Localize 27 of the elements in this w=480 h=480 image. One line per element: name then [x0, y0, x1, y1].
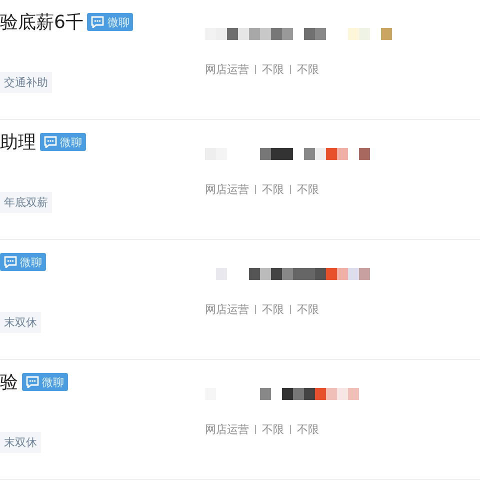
job-info: 不限 — [262, 62, 284, 77]
chat-bubble-icon — [44, 136, 57, 148]
chat-button[interactable]: 微聊 — [22, 373, 68, 391]
job-tag: 末双休 — [0, 312, 41, 333]
job-info: 不限 — [262, 302, 284, 317]
job-info: 不限 — [262, 182, 284, 197]
job-tag: 交通补助 — [0, 72, 52, 93]
chat-bubble-icon — [4, 256, 17, 268]
job-info: 不限 — [297, 422, 319, 437]
job-info: 不限 — [297, 182, 319, 197]
chat-button[interactable]: 微聊 — [0, 253, 46, 271]
chat-bubble-icon — [26, 376, 39, 388]
job-tag: 末双休 — [0, 432, 41, 453]
job-info: 网店运营 — [205, 422, 249, 437]
job-title: 验 — [0, 371, 18, 394]
job-info: 网店运营 — [205, 182, 249, 197]
job-title: 助理 — [0, 131, 36, 154]
job-info: 网店运营 — [205, 302, 249, 317]
chat-button[interactable]: 微聊 — [87, 13, 134, 31]
chat-button[interactable]: 微聊 — [40, 133, 86, 151]
job-title: 验底薪6千 — [0, 11, 84, 34]
job-info: 不限 — [297, 62, 319, 77]
chat-bubble-icon — [91, 16, 104, 28]
job-info: 不限 — [262, 422, 284, 437]
job-info: 网店运营 — [205, 62, 249, 77]
job-info: 不限 — [297, 302, 319, 317]
job-tag: 年底双薪 — [0, 192, 52, 213]
